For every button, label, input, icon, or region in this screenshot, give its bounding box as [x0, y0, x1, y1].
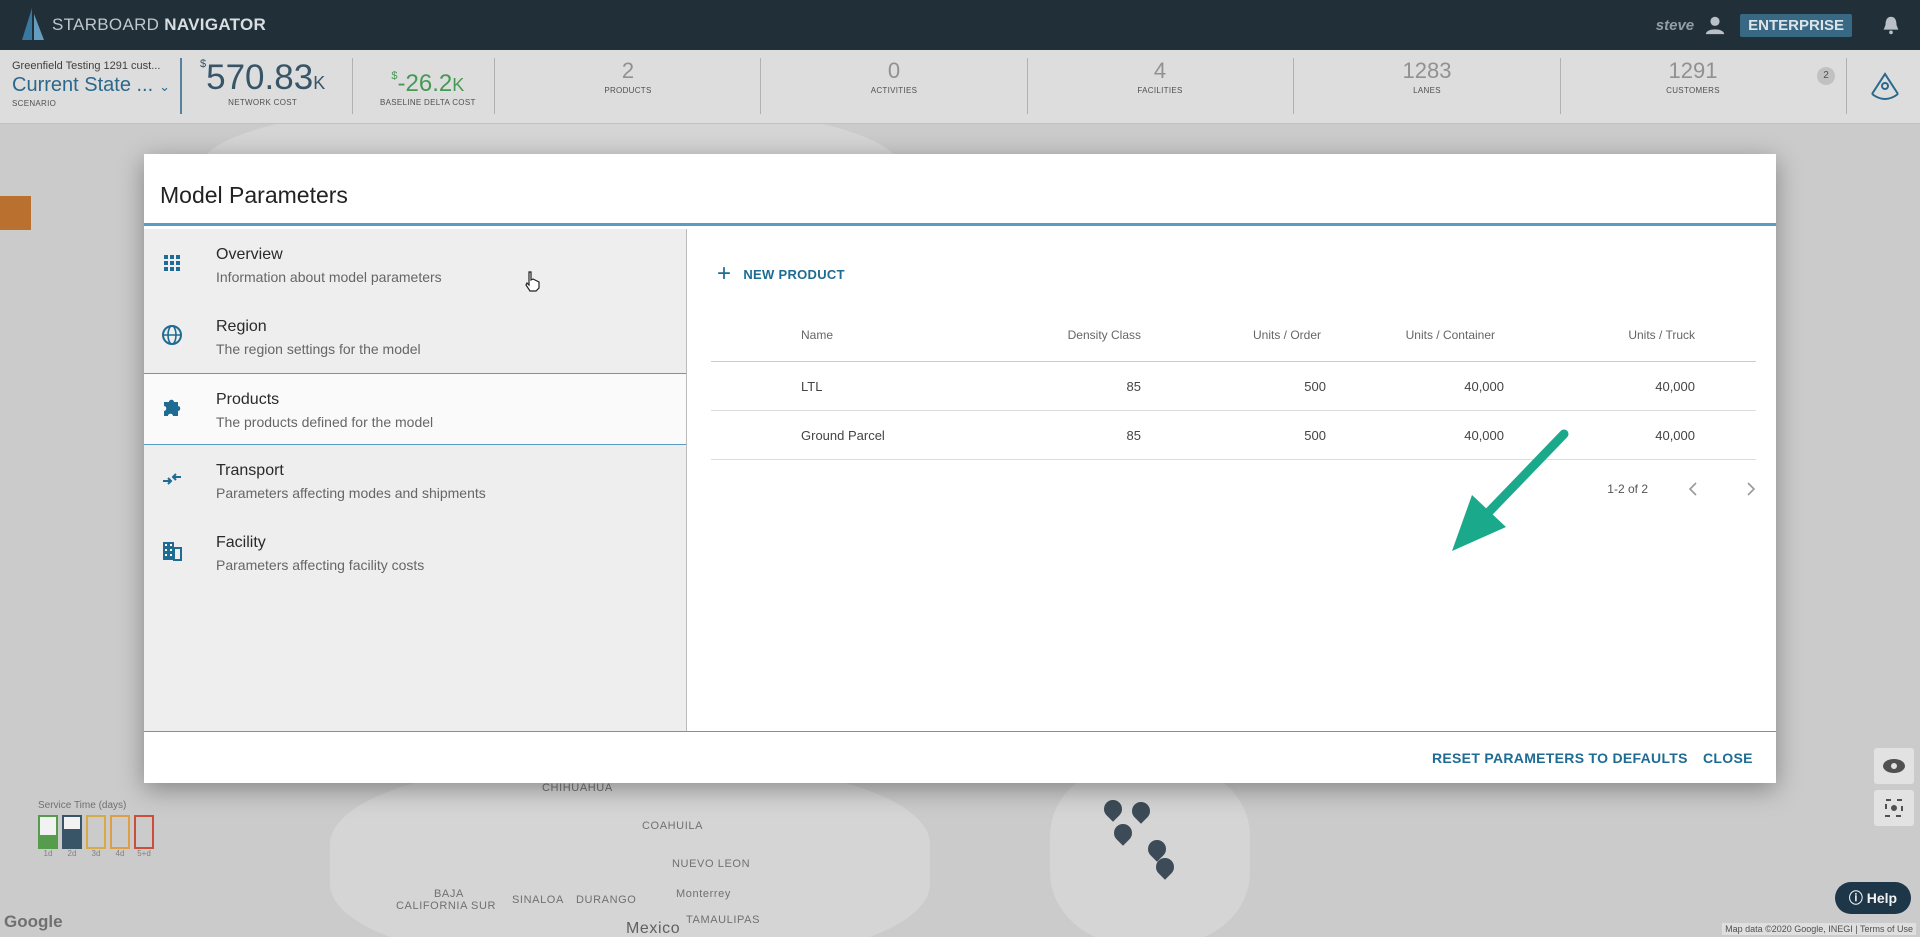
model-parameters-dialog: Model Parameters Overview Information ab…	[144, 154, 1776, 783]
cell-units-truck: 40,000	[1655, 379, 1695, 394]
dialog-body: Overview Information about model paramet…	[144, 229, 1776, 731]
nav-desc: Parameters affecting modes and shipments	[216, 485, 486, 501]
column-header-name[interactable]: Name	[801, 328, 833, 342]
new-product-label: NEW PRODUCT	[743, 266, 845, 282]
table-header: Name Density Class Units / Order Units /…	[711, 311, 1756, 362]
nav-item-region[interactable]: Region The region settings for the model	[144, 301, 686, 373]
globe-icon	[162, 325, 182, 345]
table-row[interactable]: Ground Parcel 85 500 40,000 40,000	[711, 411, 1756, 460]
column-header-units-truck[interactable]: Units / Truck	[1495, 328, 1695, 342]
pagination-range: 1-2 of 2	[1607, 482, 1648, 496]
products-panel: + NEW PRODUCT Name Density Class Units /…	[687, 229, 1776, 731]
cell-units-container: 40,000	[1464, 379, 1504, 394]
nav-desc: Parameters affecting facility costs	[216, 557, 425, 573]
close-button[interactable]: CLOSE	[1703, 750, 1753, 766]
nav-item-products[interactable]: Products The products defined for the mo…	[144, 373, 686, 445]
dialog-header: Model Parameters	[144, 154, 1776, 226]
nav-title: Overview	[216, 246, 283, 263]
parameters-sidebar: Overview Information about model paramet…	[144, 229, 687, 731]
annotation-arrow-icon	[1452, 429, 1569, 551]
hand-cursor-icon	[525, 271, 540, 292]
column-header-density-class[interactable]: Density Class	[941, 328, 1141, 342]
nav-title: Region	[216, 318, 267, 335]
cell-units-order: 500	[1304, 379, 1326, 394]
cell-units-order: 500	[1304, 428, 1326, 443]
nav-item-transport[interactable]: Transport Parameters affecting modes and…	[144, 445, 686, 517]
building-icon	[163, 542, 182, 561]
nav-item-facility[interactable]: Facility Parameters affecting facility c…	[144, 517, 686, 589]
chevron-right-icon[interactable]	[1740, 479, 1760, 499]
transport-icon	[163, 473, 181, 485]
pagination: 1-2 of 2	[1607, 479, 1760, 499]
grid-icon	[164, 255, 180, 271]
cell-name: Ground Parcel	[801, 428, 885, 443]
chevron-left-icon[interactable]	[1684, 479, 1704, 499]
nav-desc: The region settings for the model	[216, 341, 421, 357]
puzzle-icon	[164, 399, 181, 416]
dialog-footer: RESET PARAMETERS TO DEFAULTS CLOSE	[144, 731, 1776, 783]
nav-title: Transport	[216, 462, 284, 479]
nav-desc: Information about model parameters	[216, 269, 442, 285]
table-row[interactable]: LTL 85 500 40,000 40,000	[711, 362, 1756, 411]
nav-title: Products	[216, 391, 280, 408]
new-product-button[interactable]: + NEW PRODUCT	[717, 260, 845, 287]
nav-desc: The products defined for the model	[216, 414, 434, 430]
nav-title: Facility	[216, 534, 266, 551]
cell-density-class: 85	[1126, 428, 1141, 443]
reset-parameters-button[interactable]: RESET PARAMETERS TO DEFAULTS	[1432, 750, 1688, 766]
plus-icon: +	[717, 260, 732, 287]
cell-density-class: 85	[1126, 379, 1141, 394]
products-table: Name Density Class Units / Order Units /…	[711, 311, 1756, 460]
column-header-units-order[interactable]: Units / Order	[1121, 328, 1321, 342]
dialog-title: Model Parameters	[160, 182, 348, 208]
nav-item-overview[interactable]: Overview Information about model paramet…	[144, 229, 686, 301]
column-header-units-container[interactable]: Units / Container	[1295, 328, 1495, 342]
cell-name: LTL	[801, 379, 823, 394]
